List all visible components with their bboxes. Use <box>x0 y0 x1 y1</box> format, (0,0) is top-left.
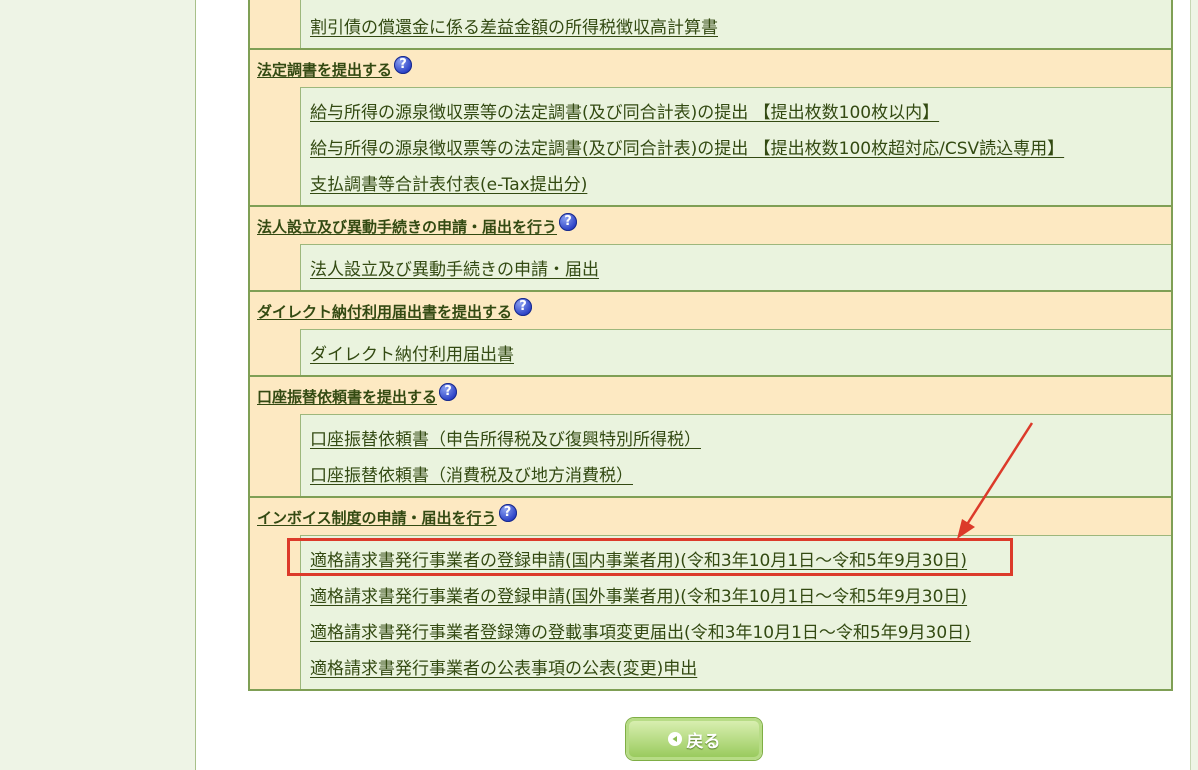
section-withholding-tax: 割引債の償還金に係る差益金額の所得税徴収高計算書 <box>250 0 1171 50</box>
section-title-invoice-system[interactable]: インボイス制度の申請・届出を行う <box>257 507 497 528</box>
indent-cell <box>250 329 300 375</box>
indent-cell <box>250 0 300 48</box>
link-account-transfer-income-tax[interactable]: 口座振替依頼書（申告所得税及び復興特別所得税） <box>310 425 701 450</box>
back-button-label: 戻る <box>686 731 721 752</box>
list-item: 支払調書等合計表付表(e-Tax提出分) <box>310 164 1171 200</box>
section-title-statutory-reports[interactable]: 法定調書を提出する <box>257 59 392 80</box>
list-item: 割引債の償還金に係る差益金額の所得税徴収高計算書 <box>310 7 1171 43</box>
section-invoice-system: インボイス制度の申請・届出を行う ? 適格請求書発行事業者の登録申請(国内事業者… <box>250 498 1171 689</box>
link-withholding-slip-over-100-csv[interactable]: 給与所得の源泉徴収票等の法定調書(及び同合計表)の提出 【提出枚数100枚超対応… <box>310 134 1064 159</box>
section-header: 法定調書を提出する ? <box>250 50 1171 87</box>
list-item: 適格請求書発行事業者登録簿の登載事項変更届出(令和3年10月1日～令和5年9月3… <box>310 612 1171 648</box>
section-header: インボイス制度の申請・届出を行う ? <box>250 498 1171 535</box>
list-item: 口座振替依頼書（消費税及び地方消費税） <box>310 455 1171 491</box>
link-payment-report-summary-attachment[interactable]: 支払調書等合計表付表(e-Tax提出分) <box>310 170 587 195</box>
list-item: 適格請求書発行事業者の登録申請(国外事業者用)(令和3年10月1日～令和5年9月… <box>310 576 1171 612</box>
section-title-account-transfer[interactable]: 口座振替依頼書を提出する <box>257 386 437 407</box>
help-icon[interactable]: ? <box>439 382 458 401</box>
links-cell: 口座振替依頼書（申告所得税及び復興特別所得税） 口座振替依頼書（消費税及び地方消… <box>300 414 1171 496</box>
right-edge-pane <box>1190 0 1198 770</box>
back-button[interactable]: 戻る <box>626 718 762 760</box>
link-invoice-registration-foreign[interactable]: 適格請求書発行事業者の登録申請(国外事業者用)(令和3年10月1日～令和5年9月… <box>310 582 967 607</box>
procedure-menu-table: 割引債の償還金に係る差益金額の所得税徴収高計算書 法定調書を提出する ? 給与所… <box>248 0 1173 691</box>
link-account-transfer-consumption-tax[interactable]: 口座振替依頼書（消費税及び地方消費税） <box>310 461 633 486</box>
link-direct-payment-form[interactable]: ダイレクト納付利用届出書 <box>310 340 514 365</box>
help-icon[interactable]: ? <box>498 503 517 522</box>
section-account-transfer: 口座振替依頼書を提出する ? 口座振替依頼書（申告所得税及び復興特別所得税） 口… <box>250 377 1171 498</box>
section-header: 口座振替依頼書を提出する ? <box>250 377 1171 414</box>
links-cell: ダイレクト納付利用届出書 <box>300 329 1171 375</box>
section-corporate-establishment: 法人設立及び異動手続きの申請・届出を行う ? 法人設立及び異動手続きの申請・届出 <box>250 207 1171 292</box>
section-header: ダイレクト納付利用届出書を提出する ? <box>250 292 1171 329</box>
section-title-direct-payment[interactable]: ダイレクト納付利用届出書を提出する <box>257 301 512 322</box>
link-withholding-slip-100-or-less[interactable]: 給与所得の源泉徴収票等の法定調書(及び同合計表)の提出 【提出枚数100枚以内】 <box>310 98 939 123</box>
section-statutory-reports: 法定調書を提出する ? 給与所得の源泉徴収票等の法定調書(及び同合計表)の提出 … <box>250 50 1171 207</box>
list-item: 口座振替依頼書（申告所得税及び復興特別所得税） <box>310 419 1171 455</box>
link-invoice-publication-request[interactable]: 適格請求書発行事業者の公表事項の公表(変更)申出 <box>310 654 697 679</box>
section-direct-payment: ダイレクト納付利用届出書を提出する ? ダイレクト納付利用届出書 <box>250 292 1171 377</box>
section-title-corporate-establishment[interactable]: 法人設立及び異動手続きの申請・届出を行う <box>257 216 557 237</box>
section-header: 法人設立及び異動手続きの申請・届出を行う ? <box>250 207 1171 244</box>
highlight-annotation-box <box>287 538 1013 576</box>
list-item: 給与所得の源泉徴収票等の法定調書(及び同合計表)の提出 【提出枚数100枚以内】 <box>310 92 1171 128</box>
help-icon[interactable]: ? <box>514 297 533 316</box>
back-arrow-icon <box>667 732 682 746</box>
help-icon[interactable]: ? <box>559 212 578 231</box>
links-cell: 給与所得の源泉徴収票等の法定調書(及び同合計表)の提出 【提出枚数100枚以内】… <box>300 87 1171 205</box>
links-cell: 割引債の償還金に係る差益金額の所得税徴収高計算書 <box>300 0 1171 48</box>
links-cell: 法人設立及び異動手続きの申請・届出 <box>300 244 1171 290</box>
left-sidebar-pane <box>0 0 196 770</box>
list-item: 給与所得の源泉徴収票等の法定調書(及び同合計表)の提出 【提出枚数100枚超対応… <box>310 128 1171 164</box>
link-discount-bond-tax-report[interactable]: 割引債の償還金に係る差益金額の所得税徴収高計算書 <box>310 13 718 38</box>
indent-cell <box>250 87 300 205</box>
link-invoice-registry-change[interactable]: 適格請求書発行事業者登録簿の登載事項変更届出(令和3年10月1日～令和5年9月3… <box>310 618 971 643</box>
list-item: 法人設立及び異動手続きの申請・届出 <box>310 249 1171 285</box>
list-item: ダイレクト納付利用届出書 <box>310 334 1171 370</box>
indent-cell <box>250 244 300 290</box>
help-icon[interactable]: ? <box>394 55 413 74</box>
link-corporate-establishment-application[interactable]: 法人設立及び異動手続きの申請・届出 <box>310 255 599 280</box>
indent-cell <box>250 414 300 496</box>
list-item: 適格請求書発行事業者の公表事項の公表(変更)申出 <box>310 648 1171 684</box>
